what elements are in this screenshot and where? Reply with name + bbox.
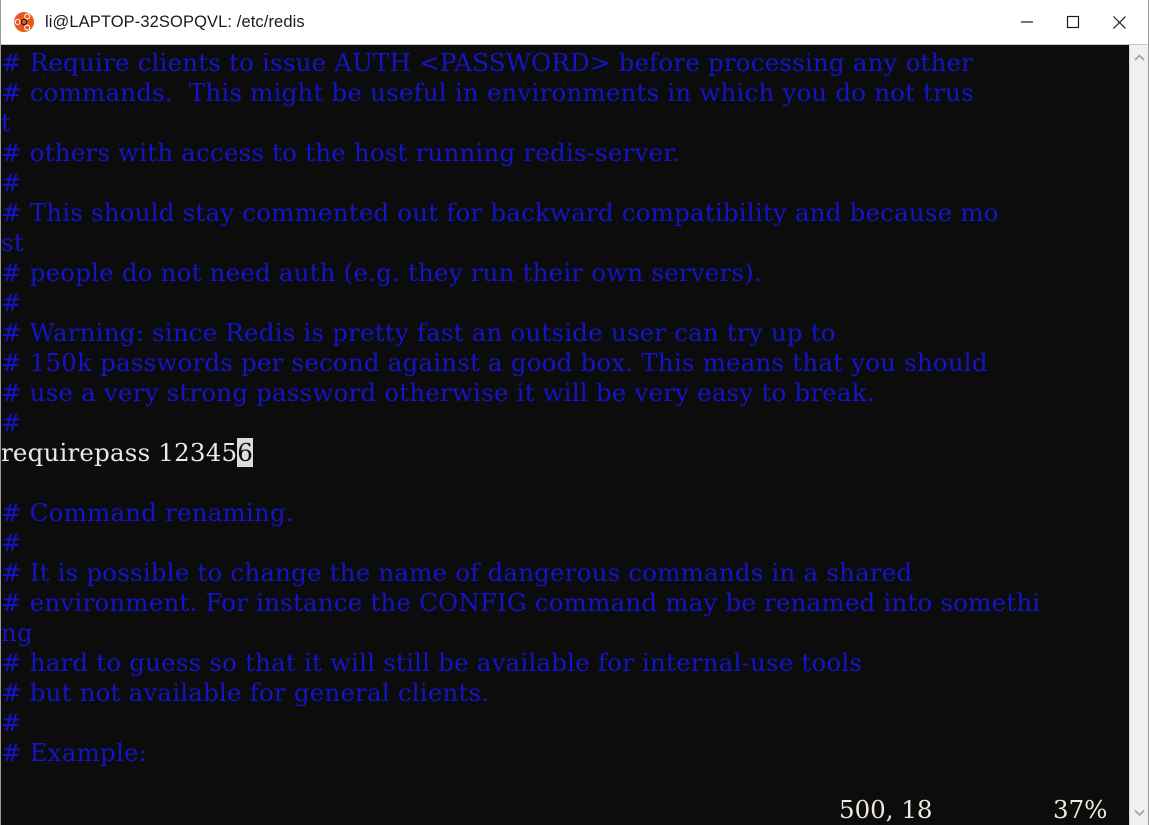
terminal-line-text: # commands. This might be useful in envi… — [1, 78, 974, 107]
terminal-line-text: # — [1, 528, 22, 557]
vim-status-line: 500, 18 37% — [1, 795, 1131, 825]
terminal-line: ng — [1, 618, 1131, 648]
terminal-line-text: # 150k passwords per second against a go… — [1, 348, 988, 377]
terminal-line: # but not available for general clients. — [1, 678, 1131, 708]
terminal-line-text: # Require clients to issue AUTH <PASSWOR… — [1, 48, 974, 77]
scroll-percent-indicator: 37% — [1053, 795, 1108, 824]
terminal-line: # This should stay commented out for bac… — [1, 198, 1131, 228]
terminal-line-text: t — [1, 108, 12, 137]
cursor-position-indicator: 500, 18 — [839, 795, 933, 824]
terminal-line: # hard to guess so that it will still be… — [1, 648, 1131, 678]
terminal-line: # people do not need auth (e.g. they run… — [1, 258, 1131, 288]
terminal-line-text: # but not available for general clients. — [1, 678, 490, 707]
terminal-line-text: # — [1, 408, 22, 437]
terminal-content-area[interactable]: # Require clients to issue AUTH <PASSWOR… — [1, 45, 1131, 825]
terminal-line: # — [1, 408, 1131, 438]
scroll-up-button[interactable] — [1130, 48, 1148, 67]
chevron-up-icon — [1133, 54, 1145, 61]
terminal-line-text: # use a very strong password otherwise i… — [1, 378, 875, 407]
terminal-line-text: # environment. For instance the CONFIG c… — [1, 588, 1041, 617]
titlebar[interactable]: li@LAPTOP-32SOPQVL: /etc/redis — [1, 0, 1148, 45]
terminal-line: requirepass 123456 — [1, 438, 1131, 468]
terminal-line: t — [1, 108, 1131, 138]
ubuntu-logo-svg — [14, 12, 34, 32]
terminal-line: # Command renaming. — [1, 498, 1131, 528]
terminal-line-text: # people do not need auth (e.g. they run… — [1, 258, 762, 287]
close-button[interactable] — [1096, 0, 1142, 44]
maximize-icon — [1066, 15, 1080, 29]
terminal-line-text: requirepass 12345 — [1, 438, 238, 467]
terminal-line: st — [1, 228, 1131, 258]
terminal-line-text: # — [1, 288, 22, 317]
chevron-down-icon — [1133, 809, 1145, 816]
terminal-line: # others with access to the host running… — [1, 138, 1131, 168]
window-title: li@LAPTOP-32SOPQVL: /etc/redis — [45, 12, 305, 31]
terminal-window: li@LAPTOP-32SOPQVL: /etc/redis # Require… — [0, 0, 1149, 825]
vertical-scrollbar[interactable] — [1129, 45, 1148, 825]
maximize-button[interactable] — [1050, 0, 1096, 44]
scroll-down-button[interactable] — [1130, 803, 1148, 822]
terminal-line-text: # Warning: since Redis is pretty fast an… — [1, 318, 836, 347]
terminal-line: # Example: — [1, 738, 1131, 768]
terminal-line: # Warning: since Redis is pretty fast an… — [1, 318, 1131, 348]
terminal-line: # Require clients to issue AUTH <PASSWOR… — [1, 48, 1131, 78]
terminal-line: # commands. This might be useful in envi… — [1, 78, 1131, 108]
minimize-button[interactable] — [1004, 0, 1050, 44]
terminal-line: # — [1, 288, 1131, 318]
terminal-line: # It is possible to change the name of d… — [1, 558, 1131, 588]
text-cursor: 6 — [237, 438, 254, 467]
ubuntu-icon — [13, 11, 35, 33]
terminal-line-text: # others with access to the host running… — [1, 138, 681, 167]
scrollbar-track[interactable] — [1130, 67, 1148, 803]
terminal-line: # 150k passwords per second against a go… — [1, 348, 1131, 378]
close-icon — [1112, 15, 1126, 29]
vim-editor-buffer[interactable]: # Require clients to issue AUTH <PASSWOR… — [1, 48, 1131, 768]
terminal-line-text: st — [1, 228, 24, 257]
minimize-icon — [1021, 21, 1033, 23]
terminal-line-text: # Example: — [1, 738, 148, 767]
terminal-line: # use a very strong password otherwise i… — [1, 378, 1131, 408]
terminal-line-text: ng — [1, 618, 33, 647]
terminal-line: # — [1, 168, 1131, 198]
terminal-line-text: # — [1, 708, 22, 737]
terminal-line: # environment. For instance the CONFIG c… — [1, 588, 1131, 618]
terminal-line: # — [1, 708, 1131, 738]
terminal-line-text: # It is possible to change the name of d… — [1, 558, 913, 587]
terminal-line-text: # Command renaming. — [1, 498, 294, 527]
terminal-line-text: # hard to guess so that it will still be… — [1, 648, 863, 677]
terminal-line-text: # — [1, 168, 22, 197]
terminal-line: # — [1, 528, 1131, 558]
terminal-line-text: # This should stay commented out for bac… — [1, 198, 999, 227]
